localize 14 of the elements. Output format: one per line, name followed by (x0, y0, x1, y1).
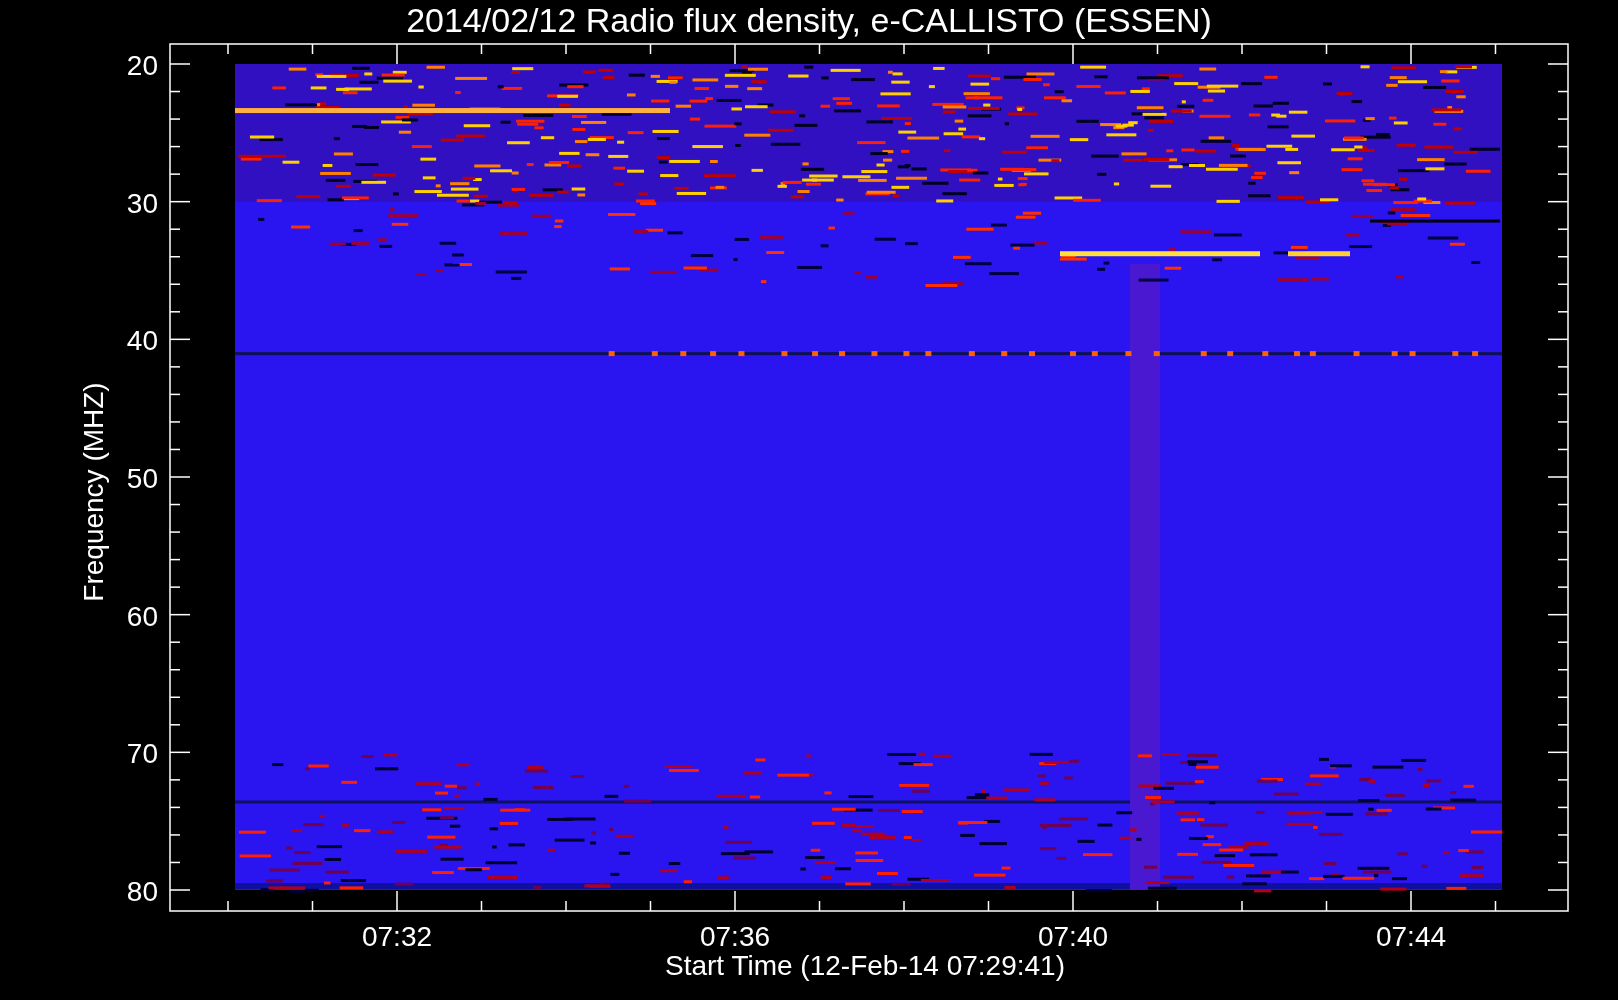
y-tick-label: 40 (126, 325, 158, 357)
x-tick-label: 07:44 (1375, 921, 1447, 952)
x-axis-label: Start Time (12-Feb-14 07:29:41) (665, 950, 1065, 981)
chart-title: 2014/02/12 Radio flux density, e-CALLISTO (ESSEN) (406, 1, 1212, 39)
y-axis-label: Frequency (MHZ) (78, 382, 109, 602)
x-tick-label: 07:32 (361, 921, 433, 952)
y-tick-label: 20 (126, 50, 158, 81)
x-tick-label: 07:36 (699, 921, 771, 952)
y-tick-label: 80 (126, 876, 158, 907)
y-tick-label: 30 (126, 187, 158, 219)
y-tick-label: 50 (126, 463, 158, 494)
y-tick-label: 60 (126, 600, 158, 632)
y-tick-label: 70 (126, 738, 158, 770)
x-tick-label: 07:40 (1037, 921, 1109, 952)
